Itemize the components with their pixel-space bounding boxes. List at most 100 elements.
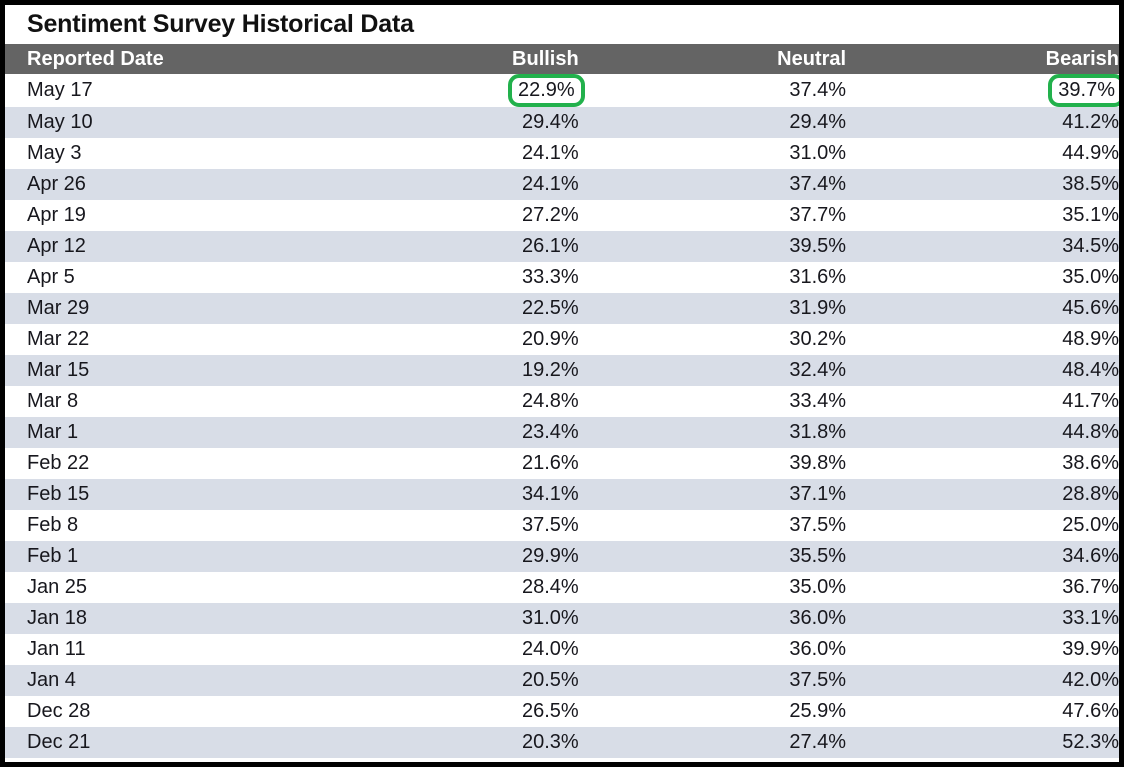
value-bullish: 29.4% [521, 111, 579, 133]
cell-neutral: 39.8% [735, 448, 846, 479]
value-bearish: 42.0% [1062, 669, 1119, 691]
cell-neutral: 29.4% [735, 107, 846, 138]
table-row[interactable]: Mar 15 19.2% 32.4% 48.4% [5, 355, 1119, 386]
table-row[interactable]: Jan 11 24.0% 36.0% 39.9% [5, 634, 1119, 665]
cell-spacer [846, 727, 1008, 758]
cell-neutral: 37.4% [735, 169, 846, 200]
table-row[interactable]: Feb 15 34.1% 37.1% 28.8% [5, 479, 1119, 510]
table-row[interactable]: Feb 1 29.9% 35.5% 34.6% [5, 541, 1119, 572]
value-neutral: 37.5% [789, 669, 847, 691]
cell-spacer [579, 231, 735, 262]
column-header-neutral[interactable]: Neutral [735, 44, 846, 74]
value-bearish: 28.8% [1062, 483, 1119, 505]
table-row[interactable]: Mar 29 22.5% 31.9% 45.6% [5, 293, 1119, 324]
table-row[interactable]: Apr 19 27.2% 37.7% 35.1% [5, 200, 1119, 231]
value-neutral: 31.9% [789, 297, 847, 319]
value-neutral: 29.4% [789, 111, 847, 133]
title-bar: Sentiment Survey Historical Data [5, 5, 1119, 44]
value-neutral: 37.5% [789, 514, 847, 536]
cell-reported-date: Apr 26 [27, 173, 86, 195]
table-row[interactable]: Feb 22 21.6% 39.8% 38.6% [5, 448, 1119, 479]
value-bullish: 24.1% [521, 142, 579, 164]
table-row[interactable]: Jan 18 31.0% 36.0% 33.1% [5, 603, 1119, 634]
cell-bearish: 34.5% [1008, 231, 1119, 262]
page-title: Sentiment Survey Historical Data [27, 10, 414, 38]
column-header-bullish[interactable]: Bullish [467, 44, 579, 74]
value-bearish: 52.3% [1062, 731, 1119, 753]
table-row[interactable]: Dec 21 20.3% 27.4% 52.3% [5, 727, 1119, 758]
cell-spacer [579, 262, 735, 293]
sentiment-table: Reported Date Bullish Neutral Bearish Ma… [5, 44, 1119, 758]
value-bullish: 24.1% [521, 173, 579, 195]
cell-bullish: 31.0% [467, 603, 579, 634]
value-bullish: 21.6% [521, 452, 579, 474]
cell-spacer [579, 634, 735, 665]
value-bullish: 23.4% [521, 421, 579, 443]
table-row[interactable]: Dec 28 26.5% 25.9% 47.6% [5, 696, 1119, 727]
cell-spacer [846, 169, 1008, 200]
value-bullish: 34.1% [521, 483, 579, 505]
cell-bearish: 48.4% [1008, 355, 1119, 386]
cell-reported-date: Feb 1 [27, 545, 79, 567]
cell-neutral: 36.0% [735, 603, 846, 634]
value-bullish: 22.9% [507, 74, 585, 107]
value-neutral: 37.4% [789, 79, 847, 101]
header-gap-2 [846, 44, 1008, 74]
table-row[interactable]: Mar 8 24.8% 33.4% 41.7% [5, 386, 1119, 417]
value-bearish: 45.6% [1062, 297, 1119, 319]
value-neutral: 31.6% [789, 266, 847, 288]
cell-reported-date: Mar 29 [27, 297, 90, 319]
cell-spacer [846, 448, 1008, 479]
cell-spacer [579, 200, 735, 231]
table-row[interactable]: Feb 8 37.5% 37.5% 25.0% [5, 510, 1119, 541]
cell-spacer [846, 572, 1008, 603]
cell-neutral: 32.4% [735, 355, 846, 386]
table-row[interactable]: Mar 22 20.9% 30.2% 48.9% [5, 324, 1119, 355]
value-neutral: 25.9% [789, 700, 847, 722]
cell-bearish: 36.7% [1008, 572, 1119, 603]
cell-spacer [846, 665, 1008, 696]
value-neutral: 36.0% [789, 607, 847, 629]
value-bullish: 26.5% [521, 700, 579, 722]
value-neutral: 31.0% [789, 142, 847, 164]
value-bullish: 31.0% [521, 607, 579, 629]
column-header-bearish[interactable]: Bearish [1008, 44, 1119, 74]
table-row[interactable]: Jan 4 20.5% 37.5% 42.0% [5, 665, 1119, 696]
cell-bearish: 39.7% [1008, 74, 1119, 107]
table-row[interactable]: Apr 12 26.1% 39.5% 34.5% [5, 231, 1119, 262]
cell-neutral: 31.8% [735, 417, 846, 448]
cell-bullish: 19.2% [467, 355, 579, 386]
table-row[interactable]: May 17 22.9% 37.4% 39.7% [5, 74, 1119, 107]
cell-spacer [579, 355, 735, 386]
cell-reported-date: Feb 22 [27, 452, 90, 474]
cell-spacer [579, 169, 735, 200]
cell-reported-date: Apr 19 [27, 204, 86, 226]
cell-bullish: 37.5% [467, 510, 579, 541]
table-row[interactable]: Apr 5 33.3% 31.6% 35.0% [5, 262, 1119, 293]
column-header-reported-date[interactable]: Reported Date [5, 44, 467, 74]
value-neutral: 36.0% [789, 638, 847, 660]
cell-bullish: 20.3% [467, 727, 579, 758]
table-row[interactable]: Jan 25 28.4% 35.0% 36.7% [5, 572, 1119, 603]
value-bullish: 33.3% [521, 266, 579, 288]
cell-neutral: 37.5% [735, 665, 846, 696]
table-row[interactable]: May 10 29.4% 29.4% 41.2% [5, 107, 1119, 138]
cell-bullish: 20.9% [467, 324, 579, 355]
cell-bearish: 35.1% [1008, 200, 1119, 231]
value-bearish: 48.9% [1062, 328, 1119, 350]
table-row[interactable]: Apr 26 24.1% 37.4% 38.5% [5, 169, 1119, 200]
cell-reported-date: Jan 11 [27, 638, 86, 660]
cell-bullish: 33.3% [467, 262, 579, 293]
cell-spacer [579, 138, 735, 169]
cell-bearish: 41.7% [1008, 386, 1119, 417]
table-row[interactable]: May 3 24.1% 31.0% 44.9% [5, 138, 1119, 169]
cell-bullish: 21.6% [467, 448, 579, 479]
cell-spacer [579, 293, 735, 324]
header-gap-1 [579, 44, 735, 74]
cell-bearish: 25.0% [1008, 510, 1119, 541]
table-row[interactable]: Mar 1 23.4% 31.8% 44.8% [5, 417, 1119, 448]
cell-spacer [846, 603, 1008, 634]
table-header: Reported Date Bullish Neutral Bearish [5, 44, 1119, 74]
value-bullish: 24.0% [521, 638, 579, 660]
cell-bullish: 29.4% [467, 107, 579, 138]
